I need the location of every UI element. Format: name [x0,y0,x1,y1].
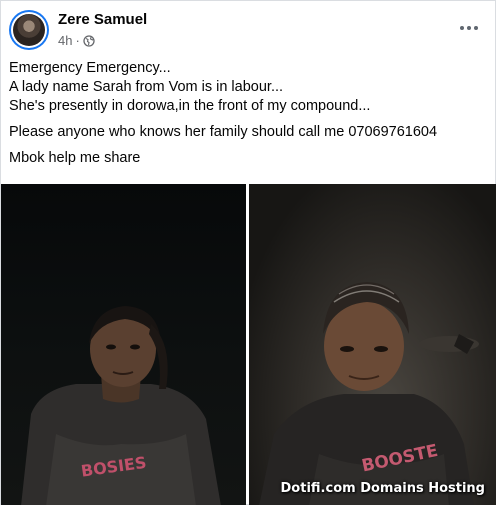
watermark: Dotifi.com Domains Hosting [280,481,485,496]
post-paragraph: Emergency Emergency... A lady name Sarah… [9,59,489,116]
author-name[interactable]: Zere Samuel [58,11,147,28]
more-options-icon [460,26,464,30]
post-meta: 4h · [58,33,95,48]
post-text-line: Emergency Emergency... [9,60,171,76]
post-paragraph: Mbok help me share [9,149,489,168]
post-text-line: Please anyone who knows her family shoul… [9,124,438,140]
post-text-line: She's presently in dorowa,in the front o… [9,98,371,114]
post-photo-left[interactable]: BOSIES [1,184,246,505]
facebook-post: Zere Samuel 4h · Emergency Emergency... … [0,0,496,505]
avatar-photo [13,14,45,46]
meta-separator: · [75,33,80,48]
post-paragraph: Please anyone who knows her family shoul… [9,123,489,142]
photo-grid: BOSIES BOOSTE Dotifi.com Domains Hosting [1,184,496,505]
avatar[interactable] [9,10,49,50]
globe-icon[interactable] [83,34,95,47]
post-time[interactable]: 4h [58,33,72,48]
avatar-ring [11,12,47,48]
post-body: Emergency Emergency... A lady name Sarah… [9,59,489,168]
post-text-line: Mbok help me share [9,150,141,166]
more-options-button[interactable] [457,19,481,37]
post-photo-right[interactable]: BOOSTE Dotifi.com Domains Hosting [249,184,496,505]
photo-left-illustration: BOSIES [21,306,221,505]
post-text-line: A lady name Sarah from Vom is in labour.… [9,79,284,95]
photo-right-illustration: BOOSTE [259,282,479,505]
post-header: Zere Samuel 4h · [9,9,489,51]
